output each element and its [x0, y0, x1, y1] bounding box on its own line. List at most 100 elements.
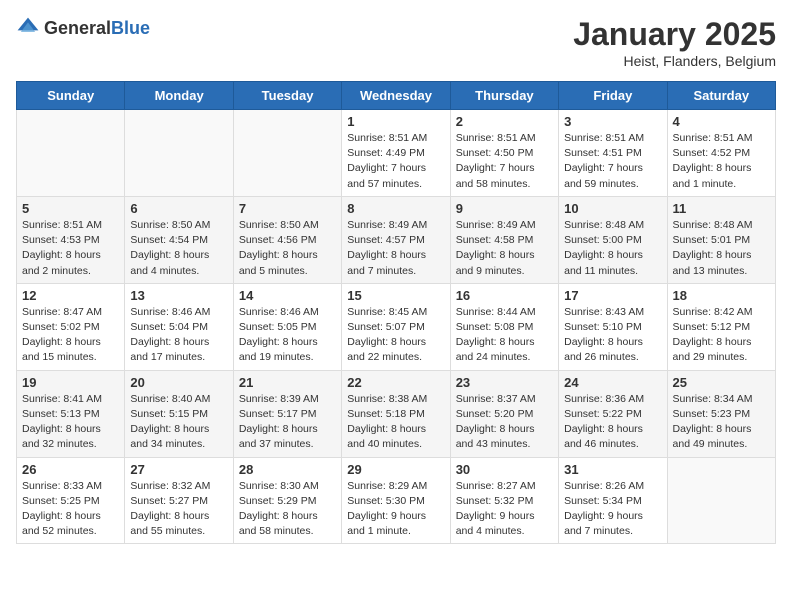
calendar-cell: 16 Sunrise: 8:44 AM Sunset: 5:08 PM Dayli… [450, 283, 558, 370]
day-number: 31 [564, 462, 661, 477]
day-of-week-tuesday: Tuesday [233, 82, 341, 110]
calendar-week-4: 19 Sunrise: 8:41 AM Sunset: 5:13 PM Dayli… [17, 370, 776, 457]
day-info: Sunrise: 8:49 AM Sunset: 4:58 PM Dayligh… [456, 218, 553, 279]
day-info: Sunrise: 8:47 AM Sunset: 5:02 PM Dayligh… [22, 305, 119, 366]
day-number: 5 [22, 201, 119, 216]
day-of-week-wednesday: Wednesday [342, 82, 450, 110]
day-number: 15 [347, 288, 444, 303]
day-info: Sunrise: 8:42 AM Sunset: 5:12 PM Dayligh… [673, 305, 770, 366]
calendar-cell: 22 Sunrise: 8:38 AM Sunset: 5:18 PM Dayli… [342, 370, 450, 457]
day-info: Sunrise: 8:41 AM Sunset: 5:13 PM Dayligh… [22, 392, 119, 453]
title-area: January 2025 Heist, Flanders, Belgium [573, 16, 776, 69]
day-number: 28 [239, 462, 336, 477]
day-info: Sunrise: 8:44 AM Sunset: 5:08 PM Dayligh… [456, 305, 553, 366]
day-info: Sunrise: 8:49 AM Sunset: 4:57 PM Dayligh… [347, 218, 444, 279]
calendar-cell: 7 Sunrise: 8:50 AM Sunset: 4:56 PM Daylig… [233, 196, 341, 283]
day-number: 18 [673, 288, 770, 303]
day-info: Sunrise: 8:33 AM Sunset: 5:25 PM Dayligh… [22, 479, 119, 540]
calendar-week-3: 12 Sunrise: 8:47 AM Sunset: 5:02 PM Dayli… [17, 283, 776, 370]
day-info: Sunrise: 8:36 AM Sunset: 5:22 PM Dayligh… [564, 392, 661, 453]
calendar-cell: 8 Sunrise: 8:49 AM Sunset: 4:57 PM Daylig… [342, 196, 450, 283]
day-number: 6 [130, 201, 227, 216]
day-info: Sunrise: 8:48 AM Sunset: 5:01 PM Dayligh… [673, 218, 770, 279]
calendar-cell: 27 Sunrise: 8:32 AM Sunset: 5:27 PM Dayli… [125, 457, 233, 544]
calendar-week-1: 1 Sunrise: 8:51 AM Sunset: 4:49 PM Daylig… [17, 110, 776, 197]
day-number: 29 [347, 462, 444, 477]
day-number: 12 [22, 288, 119, 303]
calendar-cell: 6 Sunrise: 8:50 AM Sunset: 4:54 PM Daylig… [125, 196, 233, 283]
day-number: 22 [347, 375, 444, 390]
day-number: 21 [239, 375, 336, 390]
month-title: January 2025 [573, 16, 776, 53]
calendar-cell: 25 Sunrise: 8:34 AM Sunset: 5:23 PM Dayli… [667, 370, 775, 457]
day-of-week-friday: Friday [559, 82, 667, 110]
day-number: 9 [456, 201, 553, 216]
day-number: 17 [564, 288, 661, 303]
calendar-cell: 31Sunrise: 8:26 AM Sunset: 5:34 PM Dayli… [559, 457, 667, 544]
logo: GeneralBlue [16, 16, 150, 40]
calendar-cell: 13 Sunrise: 8:46 AM Sunset: 5:04 PM Dayli… [125, 283, 233, 370]
day-number: 20 [130, 375, 227, 390]
day-number: 16 [456, 288, 553, 303]
day-info: Sunrise: 8:43 AM Sunset: 5:10 PM Dayligh… [564, 305, 661, 366]
logo-icon [16, 16, 40, 40]
calendar-week-5: 26 Sunrise: 8:33 AM Sunset: 5:25 PM Dayli… [17, 457, 776, 544]
day-of-week-sunday: Sunday [17, 82, 125, 110]
day-number: 8 [347, 201, 444, 216]
day-number: 4 [673, 114, 770, 129]
day-number: 26 [22, 462, 119, 477]
day-info: Sunrise: 8:27 AM Sunset: 5:32 PM Dayligh… [456, 479, 553, 540]
day-of-week-monday: Monday [125, 82, 233, 110]
calendar-cell: 29Sunrise: 8:29 AM Sunset: 5:30 PM Dayli… [342, 457, 450, 544]
day-info: Sunrise: 8:40 AM Sunset: 5:15 PM Dayligh… [130, 392, 227, 453]
calendar-header: SundayMondayTuesdayWednesdayThursdayFrid… [17, 82, 776, 110]
calendar-cell: 5 Sunrise: 8:51 AM Sunset: 4:53 PM Daylig… [17, 196, 125, 283]
day-number: 2 [456, 114, 553, 129]
day-info: Sunrise: 8:51 AM Sunset: 4:49 PM Dayligh… [347, 131, 444, 192]
day-info: Sunrise: 8:34 AM Sunset: 5:23 PM Dayligh… [673, 392, 770, 453]
day-info: Sunrise: 8:50 AM Sunset: 4:56 PM Dayligh… [239, 218, 336, 279]
day-number: 1 [347, 114, 444, 129]
logo-text-general: General [44, 18, 111, 38]
day-info: Sunrise: 8:32 AM Sunset: 5:27 PM Dayligh… [130, 479, 227, 540]
calendar-cell: 9 Sunrise: 8:49 AM Sunset: 4:58 PM Daylig… [450, 196, 558, 283]
day-number: 10 [564, 201, 661, 216]
day-number: 13 [130, 288, 227, 303]
day-info: Sunrise: 8:38 AM Sunset: 5:18 PM Dayligh… [347, 392, 444, 453]
day-info: Sunrise: 8:51 AM Sunset: 4:53 PM Dayligh… [22, 218, 119, 279]
calendar-cell: 12 Sunrise: 8:47 AM Sunset: 5:02 PM Dayli… [17, 283, 125, 370]
day-info: Sunrise: 8:51 AM Sunset: 4:51 PM Dayligh… [564, 131, 661, 192]
day-number: 14 [239, 288, 336, 303]
day-info: Sunrise: 8:37 AM Sunset: 5:20 PM Dayligh… [456, 392, 553, 453]
calendar-cell: 24 Sunrise: 8:36 AM Sunset: 5:22 PM Dayli… [559, 370, 667, 457]
calendar-cell [233, 110, 341, 197]
calendar-cell: 18 Sunrise: 8:42 AM Sunset: 5:12 PM Dayli… [667, 283, 775, 370]
location: Heist, Flanders, Belgium [573, 53, 776, 69]
day-number: 30 [456, 462, 553, 477]
day-number: 23 [456, 375, 553, 390]
calendar-cell: 17 Sunrise: 8:43 AM Sunset: 5:10 PM Dayli… [559, 283, 667, 370]
day-number: 25 [673, 375, 770, 390]
calendar-cell: 15Sunrise: 8:45 AM Sunset: 5:07 PM Dayli… [342, 283, 450, 370]
logo-text-blue: Blue [111, 18, 150, 38]
calendar-cell [17, 110, 125, 197]
day-of-week-saturday: Saturday [667, 82, 775, 110]
calendar-cell: 21Sunrise: 8:39 AM Sunset: 5:17 PM Dayli… [233, 370, 341, 457]
days-of-week-row: SundayMondayTuesdayWednesdayThursdayFrid… [17, 82, 776, 110]
calendar-cell: 2Sunrise: 8:51 AM Sunset: 4:50 PM Daylig… [450, 110, 558, 197]
calendar-cell: 20 Sunrise: 8:40 AM Sunset: 5:15 PM Dayli… [125, 370, 233, 457]
calendar-cell: 23 Sunrise: 8:37 AM Sunset: 5:20 PM Dayli… [450, 370, 558, 457]
calendar-cell: 10Sunrise: 8:48 AM Sunset: 5:00 PM Dayli… [559, 196, 667, 283]
day-of-week-thursday: Thursday [450, 82, 558, 110]
day-info: Sunrise: 8:46 AM Sunset: 5:05 PM Dayligh… [239, 305, 336, 366]
day-number: 24 [564, 375, 661, 390]
day-number: 27 [130, 462, 227, 477]
calendar-week-2: 5 Sunrise: 8:51 AM Sunset: 4:53 PM Daylig… [17, 196, 776, 283]
calendar-body: 1 Sunrise: 8:51 AM Sunset: 4:49 PM Daylig… [17, 110, 776, 544]
day-number: 11 [673, 201, 770, 216]
calendar-cell: 30 Sunrise: 8:27 AM Sunset: 5:32 PM Dayli… [450, 457, 558, 544]
day-number: 19 [22, 375, 119, 390]
day-info: Sunrise: 8:50 AM Sunset: 4:54 PM Dayligh… [130, 218, 227, 279]
day-number: 7 [239, 201, 336, 216]
day-info: Sunrise: 8:46 AM Sunset: 5:04 PM Dayligh… [130, 305, 227, 366]
